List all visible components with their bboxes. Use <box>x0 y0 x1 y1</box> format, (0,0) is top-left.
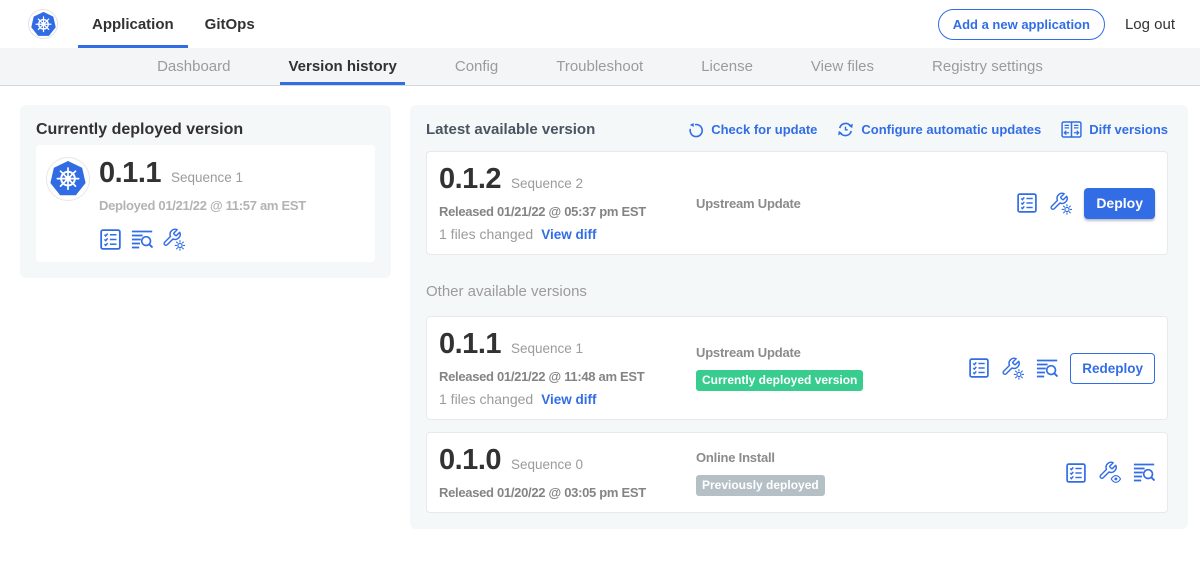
subnav-tab-troubleshoot[interactable]: Troubleshoot <box>548 48 651 85</box>
diff-icon <box>1061 121 1082 138</box>
preflight-checks-icon[interactable] <box>1016 192 1038 214</box>
preflight-checks-icon[interactable] <box>99 228 121 250</box>
preflight-checks-icon[interactable] <box>1065 462 1087 484</box>
version-info: 0.1.1 Sequence 1 Released 01/21/22 @ 11:… <box>439 329 696 407</box>
version-row-0-1-1: 0.1.1 Sequence 1 Released 01/21/22 @ 11:… <box>426 316 1168 420</box>
tab-gitops-label: GitOps <box>205 16 255 33</box>
preflight-checks-icon[interactable] <box>968 357 990 379</box>
released-timestamp: Released 01/21/22 @ 05:37 pm EST <box>439 204 696 219</box>
currently-deployed-panel: Currently deployed version 0.1.1 Sequenc… <box>20 105 391 278</box>
tab-application[interactable]: Application <box>78 0 188 48</box>
deployed-info: 0.1.1 Sequence 1 Deployed 01/21/22 @ 11:… <box>99 157 306 250</box>
configure-automatic-updates-link[interactable]: Configure automatic updates <box>837 121 1041 138</box>
previously-deployed-badge: Previously deployed <box>696 475 825 496</box>
deploy-logs-icon[interactable] <box>1133 462 1155 484</box>
version-number: 0.1.0 <box>439 445 501 475</box>
edit-config-icon[interactable] <box>163 228 185 250</box>
currently-deployed-badge: Currently deployed version <box>696 370 863 391</box>
version-source: Upstream Update <box>696 196 1004 211</box>
subnav-tab-version-history[interactable]: Version history <box>280 48 404 85</box>
available-versions-header: Latest available version Check for updat… <box>426 121 1168 138</box>
currently-deployed-title: Currently deployed version <box>36 121 375 139</box>
version-actions-right: Deploy <box>1004 188 1155 219</box>
released-timestamp: Released 01/20/22 @ 03:05 pm EST <box>439 485 696 500</box>
auto-update-icon <box>837 121 854 138</box>
subnav-tab-dashboard[interactable]: Dashboard <box>149 48 238 85</box>
version-actions: Check for update Configure automatic upd… <box>668 121 1168 138</box>
version-number: 0.1.1 <box>439 329 501 359</box>
view-diff-link[interactable]: View diff <box>541 392 596 407</box>
available-versions-panel: Latest available version Check for updat… <box>410 105 1188 529</box>
deployed-version-number: 0.1.1 <box>99 158 161 188</box>
deploy-button[interactable]: Deploy <box>1084 188 1155 219</box>
deployed-version-card: 0.1.1 Sequence 1 Deployed 01/21/22 @ 11:… <box>36 145 375 262</box>
subnav-tab-config[interactable]: Config <box>447 48 506 85</box>
subnav-tab-view-files[interactable]: View files <box>803 48 882 85</box>
kubernetes-icon <box>28 9 58 39</box>
edit-config-icon[interactable] <box>1050 192 1072 214</box>
deployed-timestamp: Deployed 01/21/22 @ 11:57 am EST <box>99 198 306 213</box>
version-source: Upstream Update Currently deployed versi… <box>696 345 956 391</box>
view-config-icon[interactable] <box>1099 462 1121 484</box>
diff-versions-label: Diff versions <box>1089 122 1168 137</box>
version-row-0-1-2: 0.1.2 Sequence 2 Released 01/21/22 @ 05:… <box>426 151 1168 255</box>
main-content: Currently deployed version 0.1.1 Sequenc… <box>0 86 1200 529</box>
source-label: Upstream Update <box>696 345 956 360</box>
subnav-tab-license[interactable]: License <box>693 48 761 85</box>
version-row-0-1-0: 0.1.0 Sequence 0 Released 01/20/22 @ 03:… <box>426 432 1168 513</box>
topbar-right: Add a new application Log out <box>938 0 1175 48</box>
diff-versions-link[interactable]: Diff versions <box>1061 121 1168 138</box>
version-source: Online Install Previously deployed <box>696 450 1053 496</box>
source-label: Upstream Update <box>696 196 1004 211</box>
files-changed-label: 1 files changed <box>439 391 533 407</box>
check-for-update-link[interactable]: Check for update <box>688 122 817 138</box>
subnav-tab-registry-settings[interactable]: Registry settings <box>924 48 1051 85</box>
tab-application-label: Application <box>92 16 174 33</box>
logout-link[interactable]: Log out <box>1125 16 1175 33</box>
check-for-update-label: Check for update <box>711 122 817 137</box>
released-timestamp: Released 01/21/22 @ 11:48 am EST <box>439 369 696 384</box>
deployed-sequence-label: Sequence 1 <box>171 170 243 185</box>
app-subnav: Dashboard Version history Config Trouble… <box>0 48 1200 86</box>
latest-available-title: Latest available version <box>426 121 595 138</box>
source-label: Online Install <box>696 450 1053 465</box>
edit-config-icon[interactable] <box>1002 357 1024 379</box>
app-kubernetes-icon <box>46 157 90 201</box>
redeploy-button[interactable]: Redeploy <box>1070 353 1155 384</box>
sequence-label: Sequence 2 <box>511 176 583 191</box>
version-info: 0.1.0 Sequence 0 Released 01/20/22 @ 03:… <box>439 445 696 500</box>
tab-gitops[interactable]: GitOps <box>191 0 269 48</box>
version-info: 0.1.2 Sequence 2 Released 01/21/22 @ 05:… <box>439 164 696 242</box>
configure-automatic-updates-label: Configure automatic updates <box>861 122 1041 137</box>
top-bar: Application GitOps Add a new application… <box>0 0 1200 48</box>
sequence-label: Sequence 1 <box>511 341 583 356</box>
files-changed-label: 1 files changed <box>439 226 533 242</box>
sequence-label: Sequence 0 <box>511 457 583 472</box>
deployed-actions <box>99 228 306 250</box>
deploy-logs-icon[interactable] <box>1036 357 1058 379</box>
top-nav: Application GitOps <box>78 0 272 48</box>
add-application-button[interactable]: Add a new application <box>938 9 1105 40</box>
version-number: 0.1.2 <box>439 164 501 194</box>
other-available-versions-title: Other available versions <box>426 283 1168 300</box>
deploy-logs-icon[interactable] <box>131 228 153 250</box>
view-diff-link[interactable]: View diff <box>541 227 596 242</box>
version-actions-right: Redeploy <box>956 353 1155 384</box>
version-actions-right <box>1053 462 1155 484</box>
refresh-icon <box>688 122 704 138</box>
